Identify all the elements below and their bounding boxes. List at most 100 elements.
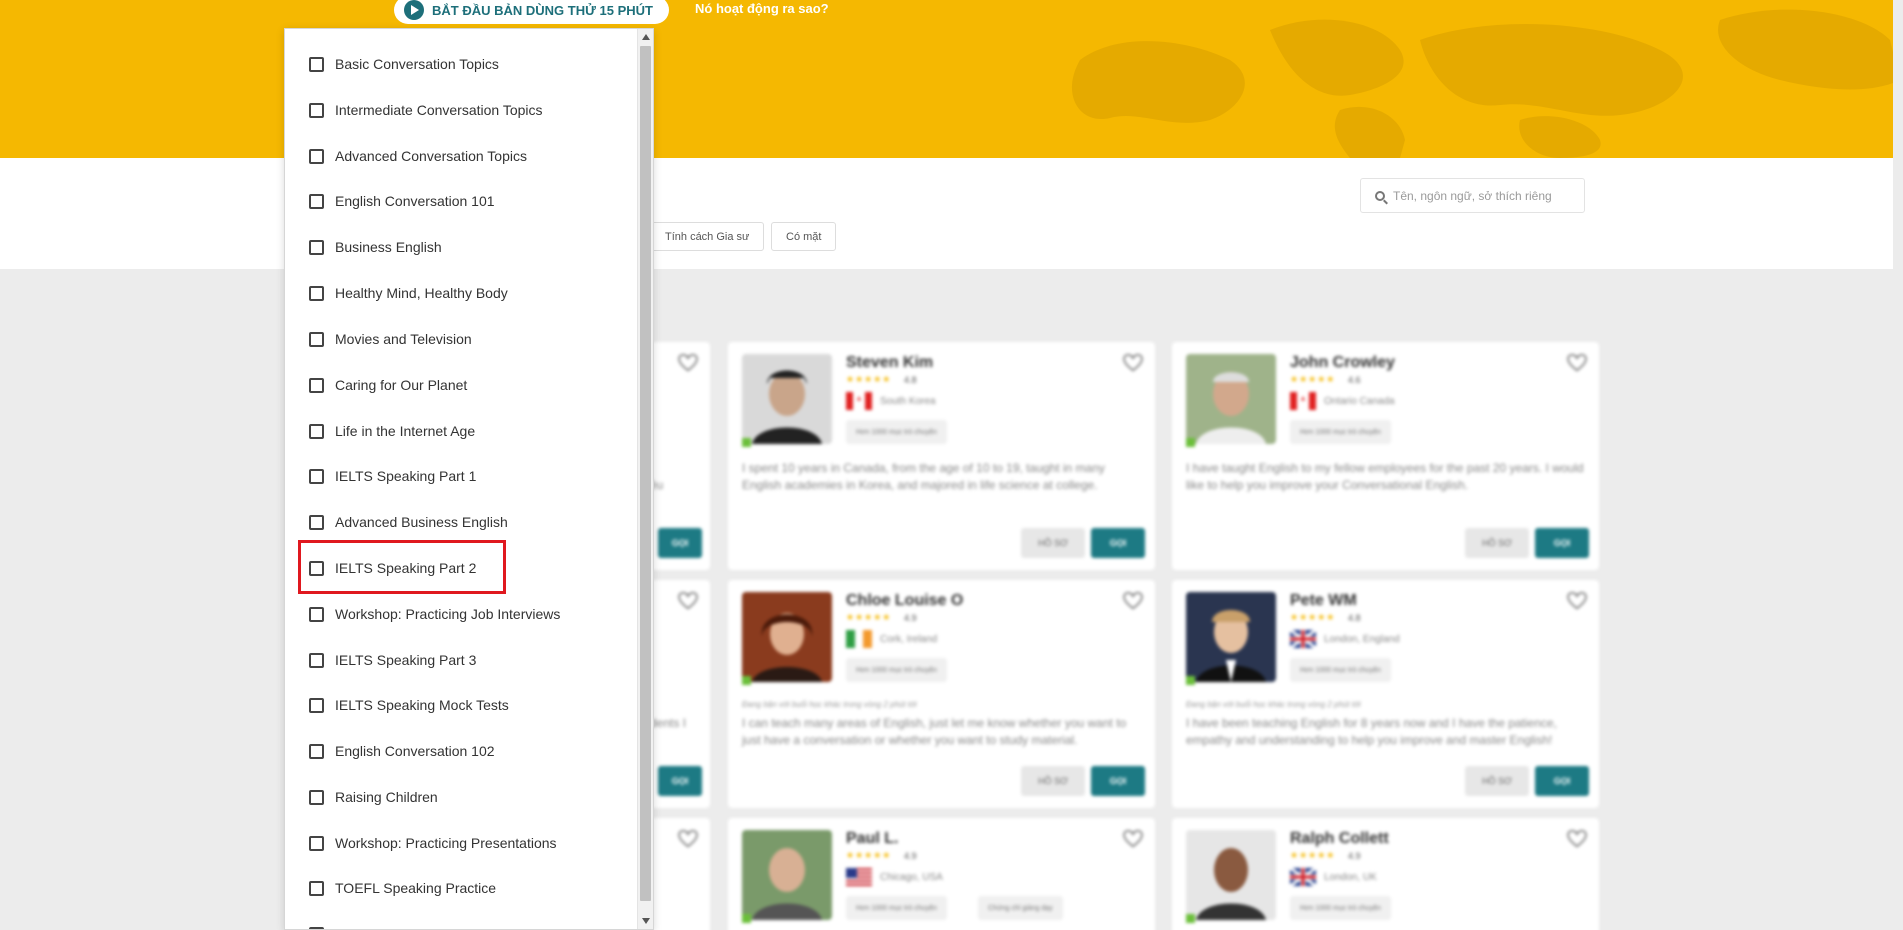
- topic-option[interactable]: Advanced Conversation Topics: [309, 141, 527, 171]
- checkbox[interactable]: [309, 56, 324, 72]
- checkbox[interactable]: [309, 102, 324, 118]
- topic-option[interactable]: Life in the Internet Age: [309, 416, 475, 446]
- checkbox[interactable]: [309, 652, 324, 668]
- tutor-card[interactable]: Steven Kim ★★★★★ 4.8 South Korea Hơn 100…: [728, 342, 1155, 570]
- tutor-personality-filter[interactable]: Tính cách Gia sư: [650, 222, 765, 251]
- heart-icon[interactable]: [1123, 354, 1143, 372]
- tutor-card[interactable]: Chloe Louise O ★★★★★ 4.9 Cork, Ireland H…: [728, 580, 1155, 808]
- topic-option[interactable]: IELTS Speaking Part 1: [309, 461, 476, 491]
- topic-option[interactable]: English Conversation 101: [309, 186, 495, 216]
- topic-label: Caring for Our Planet: [335, 377, 468, 393]
- tutor-name[interactable]: Steven Kim: [846, 354, 933, 372]
- checkbox[interactable]: [309, 743, 324, 759]
- rating-value: 4.8: [1348, 613, 1361, 623]
- topic-option[interactable]: Intermediate Conversation Topics: [309, 95, 543, 125]
- topic-label: Raising Children: [335, 789, 438, 805]
- scroll-down-arrow-icon[interactable]: [642, 918, 650, 924]
- search-box[interactable]: [1360, 178, 1585, 213]
- availability-filter[interactable]: Có mặt: [771, 222, 837, 251]
- checkbox[interactable]: [309, 697, 324, 713]
- heart-icon[interactable]: [1123, 592, 1143, 610]
- checkbox[interactable]: [309, 468, 324, 484]
- heart-icon[interactable]: [1567, 592, 1587, 610]
- online-indicator: [1186, 438, 1195, 447]
- tutor-name[interactable]: Pete WM: [1290, 592, 1357, 610]
- topic-label: Life in the Internet Age: [335, 423, 476, 439]
- online-indicator: [742, 676, 751, 685]
- topic-option[interactable]: Advanced Business English: [309, 507, 508, 537]
- checkbox[interactable]: [309, 606, 324, 622]
- topic-label: IELTS Speaking Part 3: [335, 652, 477, 668]
- call-button[interactable]: GỌI: [1535, 766, 1589, 796]
- topic-option[interactable]: Healthy Mind, Healthy Body: [309, 278, 508, 308]
- checkbox[interactable]: [309, 193, 324, 209]
- tutor-card[interactable]: John Crowley ★★★★★ 4.6 Ontario Canada Hơ…: [1172, 342, 1599, 570]
- checkbox[interactable]: [309, 880, 324, 896]
- checkbox[interactable]: [309, 377, 324, 393]
- flag-canada-icon: [846, 392, 872, 410]
- tutor-name[interactable]: Chloe Louise O: [846, 592, 963, 610]
- call-button[interactable]: GỌI: [1091, 528, 1145, 558]
- topic-option[interactable]: Workshop: Practicing Job Interviews: [309, 599, 560, 629]
- checkbox[interactable]: [309, 835, 324, 851]
- topic-option[interactable]: Workshop: Practicing Presentations: [309, 828, 557, 858]
- topic-option[interactable]: IELTS Speaking Part 3: [309, 645, 476, 675]
- tutor-name[interactable]: John Crowley: [1290, 354, 1395, 372]
- topic-option-partial[interactable]: [309, 919, 324, 929]
- topic-option[interactable]: Caring for Our Planet: [309, 370, 467, 400]
- topic-option[interactable]: Raising Children: [309, 782, 438, 812]
- call-button[interactable]: GỌI: [658, 766, 702, 796]
- tutor-bio: I have taught English to my fellow emplo…: [1186, 461, 1584, 492]
- checkbox[interactable]: [309, 148, 324, 164]
- tutor-name[interactable]: Ralph Collett: [1290, 830, 1389, 848]
- scroll-up-arrow-icon[interactable]: [642, 34, 650, 40]
- start-trial-button[interactable]: BẮT ĐẦU BẢN DÙNG THỬ 15 PHÚT: [394, 0, 669, 24]
- topic-option[interactable]: TOEFL Speaking Practice: [309, 873, 496, 903]
- tutor-country: London, UK: [1324, 872, 1377, 883]
- checkbox[interactable]: [309, 285, 324, 301]
- call-button[interactable]: GỌI: [1535, 528, 1589, 558]
- heart-icon[interactable]: [1567, 354, 1587, 372]
- call-button[interactable]: GỌI: [1091, 766, 1145, 796]
- online-indicator: [742, 914, 751, 923]
- heart-icon[interactable]: [1123, 830, 1143, 848]
- topic-option[interactable]: IELTS Speaking Mock Tests: [309, 690, 509, 720]
- online-indicator: [1186, 676, 1195, 685]
- topic-option[interactable]: English Conversation 102: [309, 736, 495, 766]
- topic-label: Advanced Business English: [335, 514, 508, 530]
- tutor-bio: I spent 10 years in Canada, from the age…: [742, 461, 1105, 492]
- profile-button[interactable]: HỒ SƠ: [1021, 528, 1085, 558]
- rating-stars-icon: ★★★★★: [846, 612, 892, 622]
- checkbox[interactable]: [309, 789, 324, 805]
- heart-icon[interactable]: [678, 592, 698, 610]
- tutor-card[interactable]: Paul L. ★★★★★ 4.9 Chicago, USA Hơn 1000 …: [728, 818, 1155, 930]
- checkbox[interactable]: [309, 926, 324, 929]
- heart-icon[interactable]: [678, 830, 698, 848]
- topic-dropdown-list[interactable]: Basic Conversation Topics Intermediate C…: [284, 28, 654, 930]
- search-input[interactable]: [1393, 188, 1583, 203]
- dropdown-scrollbar[interactable]: [637, 29, 653, 929]
- topic-label: English Conversation 101: [335, 193, 495, 209]
- heart-icon[interactable]: [1567, 830, 1587, 848]
- tutor-tag: Hơn 1000 mục trò chuyện: [846, 658, 947, 682]
- topic-label: English Conversation 102: [335, 743, 495, 759]
- checkbox[interactable]: [309, 514, 324, 530]
- topic-option[interactable]: Basic Conversation Topics: [309, 49, 499, 79]
- checkbox[interactable]: [309, 423, 324, 439]
- tutor-card[interactable]: Pete WM ★★★★★ 4.8 London, England Hơn 10…: [1172, 580, 1599, 808]
- heart-icon[interactable]: [678, 354, 698, 372]
- profile-button[interactable]: HỒ SƠ: [1021, 766, 1085, 796]
- tutor-card[interactable]: Ralph Collett ★★★★★ 4.9 London, UK Hơn 1…: [1172, 818, 1599, 930]
- profile-button[interactable]: HỒ SƠ: [1465, 528, 1529, 558]
- call-button[interactable]: GỌI: [658, 528, 702, 558]
- profile-button[interactable]: HỒ SƠ: [1465, 766, 1529, 796]
- checkbox[interactable]: [309, 331, 324, 347]
- search-icon: [1375, 190, 1385, 201]
- topic-label: Basic Conversation Topics: [335, 56, 499, 72]
- scrollbar-thumb[interactable]: [640, 46, 651, 901]
- tutor-name[interactable]: Paul L.: [846, 830, 898, 848]
- how-it-works-link[interactable]: Nó hoạt động ra sao?: [695, 1, 829, 16]
- topic-option[interactable]: Business English: [309, 232, 442, 262]
- checkbox[interactable]: [309, 239, 324, 255]
- topic-option[interactable]: Movies and Television: [309, 324, 472, 354]
